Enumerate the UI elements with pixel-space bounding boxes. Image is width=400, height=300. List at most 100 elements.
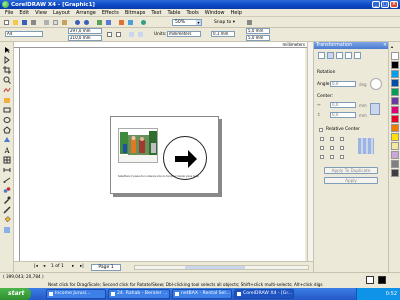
color-swatch[interactable] bbox=[391, 70, 399, 78]
next-page-button[interactable]: ▸ bbox=[72, 264, 74, 270]
import-button[interactable] bbox=[96, 19, 103, 26]
palette-scroll-up-icon[interactable]: ▴ bbox=[391, 44, 393, 49]
color-swatch[interactable] bbox=[391, 52, 399, 60]
current-page-button[interactable] bbox=[137, 31, 144, 38]
angle-field[interactable]: 0,0 bbox=[330, 81, 356, 87]
fill-indicator-icon[interactable] bbox=[366, 276, 374, 284]
menu-window[interactable]: Window bbox=[203, 10, 227, 16]
dimension-tool-icon[interactable] bbox=[3, 166, 11, 174]
menu-tools[interactable]: Tools bbox=[184, 10, 200, 16]
color-swatch[interactable] bbox=[391, 169, 399, 177]
interactive-fill-tool-icon[interactable] bbox=[3, 226, 11, 234]
cut-button[interactable] bbox=[43, 19, 50, 26]
pick-tool-icon[interactable] bbox=[3, 46, 11, 54]
polygon-tool-icon[interactable] bbox=[3, 126, 11, 134]
menu-text[interactable]: Text bbox=[149, 10, 163, 16]
anchor-top-center[interactable] bbox=[330, 137, 334, 141]
zoom-tool-icon[interactable] bbox=[3, 76, 11, 84]
welcome-screen-button[interactable] bbox=[127, 19, 134, 26]
placed-bitmap-photo[interactable] bbox=[118, 128, 158, 163]
anchor-bottom-center[interactable] bbox=[330, 155, 334, 159]
connector-tool-icon[interactable] bbox=[3, 176, 11, 184]
freehand-tool-icon[interactable] bbox=[3, 86, 11, 94]
text-tool-icon[interactable]: A bbox=[3, 146, 11, 155]
scroll-thumb[interactable] bbox=[185, 266, 245, 269]
zoom-level-select[interactable]: 50% ▾ bbox=[172, 19, 202, 26]
rectangle-tool-icon[interactable] bbox=[3, 106, 11, 114]
color-swatch[interactable] bbox=[391, 160, 399, 168]
nudge-distance-field[interactable]: 0,1 mm bbox=[211, 31, 235, 37]
page-width-field[interactable]: 297,0 mm bbox=[68, 28, 102, 34]
menu-effects[interactable]: Effects bbox=[100, 10, 121, 16]
new-document-button[interactable] bbox=[3, 19, 10, 26]
menu-table[interactable]: Table bbox=[166, 10, 183, 16]
anchor-bottom-left[interactable] bbox=[320, 155, 324, 159]
menu-layout[interactable]: Layout bbox=[51, 10, 72, 16]
page-caption-text[interactable]: Sabethere X paisa da rs alianza ariunni … bbox=[118, 175, 210, 178]
redo-button[interactable] bbox=[83, 19, 90, 26]
basic-shapes-tool-icon[interactable] bbox=[3, 136, 11, 144]
smart-fill-tool-icon[interactable] bbox=[3, 96, 11, 104]
anchor-top-left[interactable] bbox=[320, 137, 324, 141]
fill-tool-icon[interactable] bbox=[3, 216, 11, 224]
color-swatch[interactable] bbox=[391, 61, 399, 69]
menu-bitmaps[interactable]: Bitmaps bbox=[123, 10, 148, 16]
skew-tab[interactable] bbox=[354, 52, 361, 59]
duplicate-distance-y-field[interactable]: 5,0 mm bbox=[246, 35, 270, 41]
taskbar-item-2[interactable]: 24. Rahab - Beraler ... bbox=[108, 289, 170, 299]
eyedropper-tool-icon[interactable] bbox=[3, 196, 11, 204]
color-swatch[interactable] bbox=[391, 124, 399, 132]
anchor-middle-right[interactable] bbox=[340, 146, 344, 150]
app-launcher-button[interactable] bbox=[118, 19, 125, 26]
anchor-center[interactable] bbox=[330, 146, 334, 150]
page-tab-1[interactable]: Page 1 bbox=[91, 264, 121, 271]
copy-button[interactable] bbox=[52, 19, 59, 26]
taskbar-item-3[interactable]: netBAX - Rental Sel... bbox=[172, 289, 232, 299]
anchor-top-right[interactable] bbox=[340, 137, 344, 141]
minimize-button[interactable]: _ bbox=[372, 1, 380, 8]
apply-button[interactable]: Apply bbox=[324, 177, 378, 184]
shape-tool-icon[interactable] bbox=[3, 56, 11, 64]
table-tool-icon[interactable] bbox=[3, 156, 11, 164]
previous-page-button[interactable]: ◂ bbox=[43, 264, 45, 270]
maximize-button[interactable]: □ bbox=[381, 1, 389, 8]
outline-indicator-icon[interactable] bbox=[378, 276, 386, 284]
landscape-button[interactable] bbox=[115, 31, 122, 38]
relative-center-checkbox[interactable] bbox=[319, 128, 323, 132]
menu-edit[interactable]: Edit bbox=[17, 10, 31, 16]
anchor-bottom-right[interactable] bbox=[340, 155, 344, 159]
color-swatch[interactable] bbox=[391, 79, 399, 87]
export-button[interactable] bbox=[105, 19, 112, 26]
duplicate-distance-x-field[interactable]: 5,0 mm bbox=[246, 28, 270, 34]
arrow-circle-shape[interactable] bbox=[163, 136, 207, 180]
apply-to-duplicate-button[interactable]: Apply To Duplicate bbox=[324, 167, 378, 174]
color-swatch[interactable] bbox=[391, 106, 399, 114]
color-swatch[interactable] bbox=[391, 115, 399, 123]
page-height-field[interactable]: 210,0 mm bbox=[68, 35, 102, 41]
anchor-middle-left[interactable] bbox=[320, 146, 324, 150]
position-tab[interactable] bbox=[318, 52, 325, 59]
color-swatch[interactable] bbox=[391, 151, 399, 159]
rotate-tab[interactable] bbox=[327, 52, 334, 59]
undo-button[interactable] bbox=[74, 19, 81, 26]
corel-online-button[interactable] bbox=[140, 19, 147, 26]
menu-help[interactable]: Help bbox=[228, 10, 243, 16]
horizontal-scrollbar[interactable] bbox=[134, 265, 309, 270]
center-x-field[interactable]: 0,0 bbox=[330, 102, 356, 108]
last-page-button[interactable]: ▸| bbox=[80, 264, 84, 270]
color-swatch[interactable] bbox=[391, 88, 399, 96]
blend-tool-icon[interactable] bbox=[3, 186, 11, 194]
snap-to-menu[interactable]: Snap to ▾ bbox=[214, 19, 238, 26]
close-icon[interactable]: × bbox=[383, 42, 387, 49]
color-swatch[interactable] bbox=[391, 97, 399, 105]
taskbar-item-1[interactable]: Income Jurusi... bbox=[46, 289, 106, 299]
menu-view[interactable]: View bbox=[33, 10, 49, 16]
menu-arrange[interactable]: Arrange bbox=[74, 10, 98, 16]
portrait-button[interactable] bbox=[106, 31, 113, 38]
print-button[interactable] bbox=[30, 19, 37, 26]
first-page-button[interactable]: |◂ bbox=[34, 264, 38, 270]
menu-file[interactable]: File bbox=[3, 10, 15, 16]
center-y-field[interactable]: 0,0 bbox=[330, 112, 356, 118]
crop-tool-icon[interactable] bbox=[3, 66, 11, 74]
open-button[interactable] bbox=[12, 19, 19, 26]
